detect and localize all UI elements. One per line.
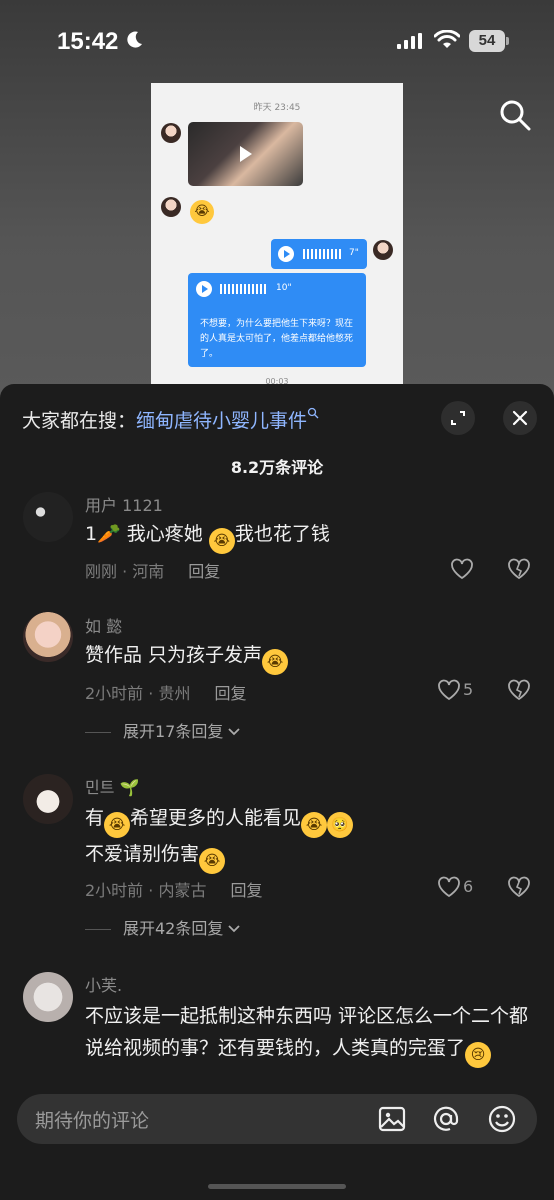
chat-avatar bbox=[161, 123, 181, 143]
voice-duration: 10" bbox=[276, 283, 292, 293]
crying-emoji-icon: 😭 bbox=[190, 200, 214, 224]
heart-icon[interactable] bbox=[437, 679, 461, 701]
comment-text-part: 希望更多的人能看见 bbox=[130, 807, 302, 829]
avatar[interactable] bbox=[23, 774, 73, 824]
voice-message-bubble: 10" 不想要，为什么要把他生下来呀？现在的人真是太可怕了，他差点都给他憋死了。 bbox=[188, 273, 366, 367]
like-count: 5 bbox=[463, 680, 474, 699]
dislike-icon[interactable] bbox=[507, 876, 531, 898]
comment-meta: 2小时前 · 内蒙古 回复 bbox=[85, 877, 262, 901]
sad-emoji-icon: 😢 bbox=[465, 1042, 492, 1068]
crying-emoji-icon: 😭 bbox=[262, 649, 289, 675]
comment-input-placeholder: 期待你的评论 bbox=[35, 1110, 150, 1132]
chat-timestamp: 昨天 23:45 bbox=[253, 103, 301, 113]
comment-count: 8.2万条评论 bbox=[230, 458, 324, 477]
status-bar: 15:42 54 bbox=[0, 0, 554, 80]
chat-avatar bbox=[161, 197, 181, 217]
search-icon[interactable] bbox=[498, 98, 532, 132]
comment-text: 不应该是一起抵制这种东西吗 评论区怎么一个二个都说给视频的事？还有要钱的，人类真… bbox=[85, 1000, 545, 1068]
close-icon bbox=[512, 410, 528, 426]
voice-duration: 7" bbox=[349, 248, 359, 258]
comment-text-part: 不应该是一起抵制这种东西吗 评论区怎么一个二个都说给视频的事？还有要钱的，人类真… bbox=[85, 1005, 529, 1059]
voice-waveform bbox=[220, 284, 268, 294]
comment-text-part: 不爱请别伤害 bbox=[85, 843, 200, 865]
voice-message-bubble: 7" bbox=[271, 239, 367, 269]
moon-icon bbox=[127, 31, 142, 48]
voice-transcript: 不想要，为什么要把他生下来呀？现在的人真是太可怕了，他差点都给他憋死了。 bbox=[200, 319, 354, 359]
dislike-icon[interactable] bbox=[507, 558, 531, 580]
chat-avatar bbox=[373, 240, 393, 260]
chat-screenshot: 昨天 23:45 😭 7" 10" 不想要，为什么要把他生下来呀？现在的人真是太… bbox=[151, 83, 403, 393]
voice-play-icon bbox=[278, 246, 294, 262]
heart-icon[interactable] bbox=[450, 558, 474, 580]
comment-text-part: 我也花了钱 bbox=[234, 523, 330, 545]
comment-text: 1🥕 我心疼她 😭 我也花了钱 bbox=[85, 518, 545, 554]
comment-time-location: 2小时前 · 贵州 bbox=[85, 684, 191, 703]
video-area[interactable]: 15:42 54 昨天 23:45 😭 7" 10" 不想要，为什么要把他生下来… bbox=[0, 0, 554, 400]
avatar[interactable] bbox=[23, 492, 73, 542]
expand-replies-button[interactable]: 展开17条回复 bbox=[85, 718, 241, 742]
comment-username[interactable]: 小芙. bbox=[85, 972, 122, 996]
status-time: 15:42 bbox=[57, 28, 119, 55]
comment-text-part: 有 bbox=[85, 807, 105, 829]
battery-tip bbox=[506, 37, 509, 45]
divider-line bbox=[85, 929, 111, 930]
voice-waveform bbox=[303, 249, 341, 259]
avatar[interactable] bbox=[23, 972, 73, 1022]
comment-username[interactable]: 用户 1121 bbox=[85, 492, 163, 516]
crying-emoji-icon: 😭 bbox=[208, 528, 235, 554]
comment-text-part: 1🥕 我心疼她 bbox=[85, 523, 209, 545]
comment-time-location: 刚刚 · 河南 bbox=[85, 562, 165, 581]
expand-button[interactable] bbox=[441, 401, 475, 435]
reply-button[interactable]: 回复 bbox=[230, 881, 262, 900]
voice-play-icon bbox=[196, 281, 212, 297]
comment-text-part: 赞作品 只为孩子发声 bbox=[85, 644, 263, 666]
close-button[interactable] bbox=[503, 401, 537, 435]
dislike-icon[interactable] bbox=[507, 679, 531, 701]
chat-video-thumb bbox=[188, 122, 303, 186]
comment-text: 赞作品 只为孩子发声 😭 bbox=[85, 639, 545, 675]
comment-meta: 2小时前 · 贵州 回复 bbox=[85, 680, 246, 704]
chevron-down-icon bbox=[228, 925, 241, 933]
comment-input[interactable]: 期待你的评论 bbox=[17, 1094, 537, 1144]
expand-icon bbox=[451, 411, 465, 425]
home-indicator bbox=[208, 1184, 346, 1189]
trending-search-topic[interactable]: 缅甸虐待小婴儿事件 bbox=[136, 410, 307, 432]
signal-icon bbox=[397, 33, 422, 49]
avatar[interactable] bbox=[23, 612, 73, 662]
heart-icon[interactable] bbox=[437, 876, 461, 898]
reply-button[interactable]: 回复 bbox=[188, 562, 220, 581]
chevron-down-icon bbox=[228, 728, 241, 736]
comment-username[interactable]: 민트 🌱 bbox=[85, 774, 139, 798]
comment-time-location: 2小时前 · 内蒙古 bbox=[85, 881, 207, 900]
at-icon[interactable] bbox=[431, 1104, 461, 1134]
expand-replies-label: 展开42条回复 bbox=[123, 919, 224, 938]
wifi-icon bbox=[434, 30, 460, 48]
comment-username[interactable]: 如 懿 bbox=[85, 613, 122, 637]
like-count: 6 bbox=[463, 877, 474, 896]
crying-emoji-icon: 😭 bbox=[199, 848, 226, 874]
search-small-icon bbox=[307, 407, 319, 419]
comment-meta: 刚刚 · 河南 回复 bbox=[85, 558, 220, 582]
comment-item: 小芙. 不应该是一起抵制这种东西吗 评论区怎么一个二个都说给视频的事？还有要钱的… bbox=[0, 970, 554, 1086]
reply-button[interactable]: 回复 bbox=[214, 684, 246, 703]
expand-replies-label: 展开17条回复 bbox=[123, 722, 224, 741]
expand-replies-button[interactable]: 展开42条回复 bbox=[85, 915, 241, 939]
pleading-emoji-icon: 🥺 bbox=[327, 812, 354, 838]
crying-emoji-icon: 😭 bbox=[104, 812, 131, 838]
trending-search-prefix: 大家都在搜： bbox=[22, 410, 137, 432]
battery-indicator: 54 bbox=[469, 30, 505, 52]
emoji-icon[interactable] bbox=[487, 1104, 517, 1134]
play-icon bbox=[240, 146, 252, 162]
image-icon[interactable] bbox=[377, 1104, 407, 1134]
crying-emoji-icon: 😭 bbox=[301, 812, 328, 838]
trending-search[interactable]: 大家都在搜：缅甸虐待小婴儿事件 bbox=[22, 406, 319, 433]
divider-line bbox=[85, 732, 111, 733]
comment-text: 有 😭 希望更多的人能看见 😭 🥺 不爱请别伤害 😭 bbox=[85, 802, 545, 874]
